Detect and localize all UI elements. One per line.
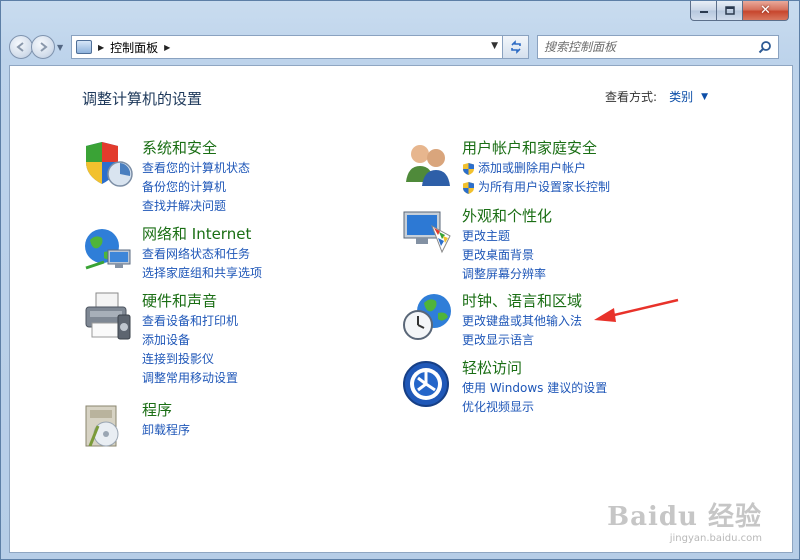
monitor-palette-icon[interactable] <box>402 206 454 258</box>
forward-button[interactable] <box>31 35 55 59</box>
caption-buttons: ✕ <box>690 1 789 22</box>
link-mobility-settings[interactable]: 调整常用移动设置 <box>142 369 238 388</box>
search-box[interactable] <box>537 35 779 59</box>
address-dropdown-icon[interactable]: ▼ <box>491 41 498 51</box>
chevron-down-icon[interactable]: ▼ <box>701 92 708 102</box>
globe-network-icon[interactable] <box>82 224 134 276</box>
link-view-computer-status[interactable]: 查看您的计算机状态 <box>142 159 250 178</box>
recent-pages-dropdown[interactable]: ▼ <box>57 43 67 52</box>
search-icon[interactable] <box>758 40 772 54</box>
link-desktop-background[interactable]: 更改桌面背景 <box>462 246 552 265</box>
link-backup-computer[interactable]: 备份您的计算机 <box>142 178 250 197</box>
minimize-button[interactable] <box>690 1 717 21</box>
category-title[interactable]: 时钟、语言和区域 <box>462 291 582 311</box>
link-text[interactable]: 添加或删除用户帐户 <box>478 159 586 178</box>
breadcrumb-arrow-icon[interactable]: ▶ <box>98 43 104 52</box>
page-title: 调整计算机的设置 <box>82 90 203 108</box>
address-bar[interactable]: ▶ 控制面板 ▶ ▼ <box>71 35 503 59</box>
category-appearance: 外观和个性化 更改主题 更改桌面背景 调整屏幕分辨率 <box>402 206 552 284</box>
link-network-status[interactable]: 查看网络状态和任务 <box>142 245 262 264</box>
forward-arrow-icon <box>40 42 48 52</box>
category-system-security: 系统和安全 查看您的计算机状态 备份您的计算机 查找并解决问题 <box>82 138 250 216</box>
users-icon[interactable] <box>402 138 454 190</box>
category-ease-of-access: 轻松访问 使用 Windows 建议的设置 优化视频显示 <box>402 358 607 417</box>
link-change-input-method[interactable]: 更改键盘或其他输入法 <box>462 312 582 331</box>
link-homegroup-sharing[interactable]: 选择家庭组和共享选项 <box>142 264 262 283</box>
link-change-display-language[interactable]: 更改显示语言 <box>462 331 582 350</box>
uac-shield-icon <box>463 162 474 175</box>
category-network-internet: 网络和 Internet 查看网络状态和任务 选择家庭组和共享选项 <box>82 224 262 283</box>
category-title[interactable]: 用户帐户和家庭安全 <box>462 138 610 158</box>
category-hardware-sound: 硬件和声音 查看设备和打印机 添加设备 连接到投影仪 调整常用移动设置 <box>82 291 238 388</box>
view-by-dropdown[interactable]: 类别 <box>669 88 693 105</box>
back-arrow-icon <box>16 42 24 52</box>
category-title[interactable]: 外观和个性化 <box>462 206 552 226</box>
view-by-label: 查看方式: <box>605 90 658 104</box>
minimize-icon <box>699 10 708 13</box>
link-text[interactable]: 为所有用户设置家长控制 <box>478 178 610 197</box>
category-title[interactable]: 程序 <box>142 400 190 420</box>
link-screen-resolution[interactable]: 调整屏幕分辨率 <box>462 265 552 284</box>
shield-icon[interactable] <box>82 138 134 190</box>
link-optimize-video[interactable]: 优化视频显示 <box>462 398 607 417</box>
navigation-bar: ▼ ▶ 控制面板 ▶ ▼ <box>9 32 793 62</box>
search-input[interactable] <box>544 40 744 54</box>
uac-shield-icon <box>463 181 474 194</box>
link-change-theme[interactable]: 更改主题 <box>462 227 552 246</box>
refresh-icon <box>510 40 521 54</box>
link-add-remove-users[interactable]: 添加或删除用户帐户 <box>462 159 610 178</box>
maximize-icon <box>724 5 735 15</box>
breadcrumb-arrow-icon[interactable]: ▶ <box>164 43 170 52</box>
link-recommended-settings[interactable]: 使用 Windows 建议的设置 <box>462 379 607 398</box>
category-programs: 程序 卸载程序 <box>82 400 190 452</box>
link-uninstall-program[interactable]: 卸载程序 <box>142 421 190 440</box>
category-clock-language-region: 时钟、语言和区域 更改键盘或其他输入法 更改显示语言 <box>402 291 582 350</box>
link-add-device[interactable]: 添加设备 <box>142 331 238 350</box>
watermark-logo: Baidu 经验 <box>607 502 762 532</box>
link-parental-controls[interactable]: 为所有用户设置家长控制 <box>462 178 610 197</box>
back-button[interactable] <box>9 35 33 59</box>
refresh-button[interactable] <box>503 35 529 59</box>
category-user-accounts: 用户帐户和家庭安全 添加或删除用户帐户 为所有用户设置家长控制 <box>402 138 610 197</box>
category-title[interactable]: 轻松访问 <box>462 358 607 378</box>
breadcrumb-control-panel[interactable]: 控制面板 <box>110 39 158 56</box>
category-title[interactable]: 硬件和声音 <box>142 291 238 311</box>
maximize-button[interactable] <box>717 1 743 21</box>
view-by: 查看方式: 类别 ▼ <box>605 88 708 105</box>
watermark-url: jingyan.baidu.com <box>669 533 762 544</box>
content-pane: 调整计算机的设置 查看方式: 类别 ▼ 系统和安全 查看您的计算机状态 备份您的… <box>9 65 793 553</box>
close-button[interactable]: ✕ <box>743 1 789 21</box>
category-title[interactable]: 系统和安全 <box>142 138 250 158</box>
category-title[interactable]: 网络和 Internet <box>142 224 262 244</box>
watermark: Baidu 经验 jingyan.baidu.com <box>607 496 762 544</box>
programs-icon[interactable] <box>82 400 134 452</box>
link-connect-projector[interactable]: 连接到投影仪 <box>142 350 238 369</box>
ease-of-access-icon[interactable] <box>402 358 454 410</box>
link-devices-printers[interactable]: 查看设备和打印机 <box>142 312 238 331</box>
control-panel-icon <box>76 40 92 54</box>
printer-icon[interactable] <box>82 291 134 343</box>
window-frame: ✕ ▼ ▶ 控制面板 ▶ ▼ 调整计算机的设置 查看方式: 类别 <box>0 0 800 560</box>
link-troubleshoot[interactable]: 查找并解决问题 <box>142 197 250 216</box>
clock-globe-icon[interactable] <box>402 291 454 343</box>
close-icon: ✕ <box>760 3 771 18</box>
